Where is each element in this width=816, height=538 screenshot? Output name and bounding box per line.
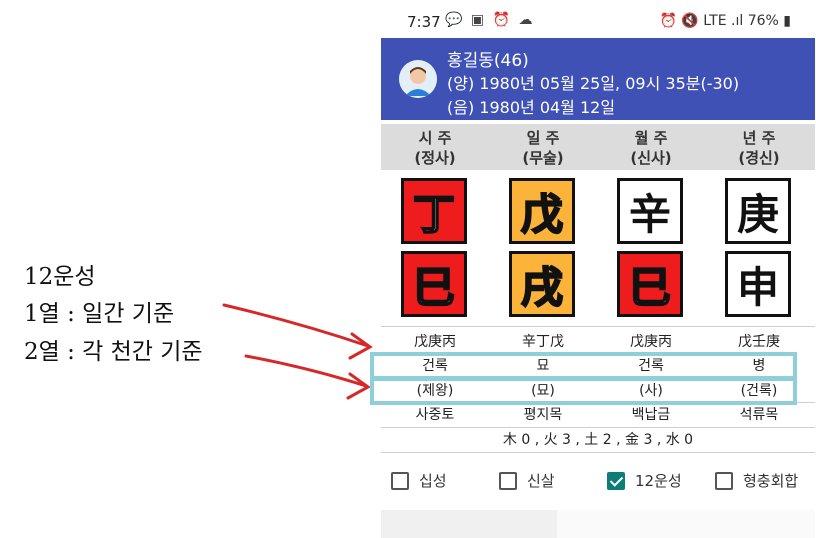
phone-screen: 7:37 💬 ▣ ⏰ ☁ ⏰ 🔇 LTE .ıl 76% ▮ 홍길동(46) (… [370,0,815,538]
avatar-icon [399,60,437,98]
notification-icons: 💬 ▣ ⏰ ☁ [445,12,535,28]
napeum-cell: 석류목 [739,407,779,423]
highlight-box-unseong-1 [370,352,797,380]
pillar-title: 일 주 [526,129,560,147]
branch-tile-day[interactable]: 戌 [509,251,575,317]
pillar-sub: (신사) [630,149,672,167]
pillar-sub: (무술) [522,149,564,167]
status-bar: 7:37 💬 ▣ ⏰ ☁ ⏰ 🔇 LTE .ıl 76% ▮ [381,0,815,38]
branch-char: 巳 [628,262,672,313]
pillar-title: 시 주 [418,129,452,147]
napeum-cell: 백납금 [631,407,671,423]
checkbox-hyeongchung[interactable]: 형충회합 [715,470,798,491]
stem-tile-month[interactable]: 辛 [617,178,683,244]
checkbox-icon[interactable] [715,471,733,490]
checkbox-label: 신살 [527,472,555,490]
stem-tile-day[interactable]: 戊 [509,178,575,244]
highlight-box-unseong-2 [370,377,797,405]
checkbox-sipseong[interactable]: 십성 [391,470,447,491]
pillar-sub: (정사) [414,149,456,167]
branch-char: 巳 [412,262,456,313]
five-elements-summary: 木 0 , 火 3 , 土 2 , 金 3 , 水 0 [502,432,694,448]
branch-tile-year[interactable]: 申 [725,251,791,317]
hidden-stems-cell: 戊壬庚 [738,334,780,350]
napeum-row: 사중토 평지목 백납금 석류목 [381,403,815,427]
solar-birthdate: (양) 1980년 05월 25일, 09시 35분(-30) [447,74,740,93]
divider [381,452,815,453]
status-time: 7:37 [407,13,441,31]
stem-char: 戊 [520,189,564,240]
checkbox-label: 형충회합 [743,472,799,490]
pillar-sub: (경신) [738,149,780,167]
pillar-header-month: 월 주 (신사) [597,128,705,168]
pillar-headers: 시 주 (정사) 일 주 (무술) 월 주 (신사) 년 주 (경신) [381,124,815,170]
battery-icon: ▮ [783,13,791,29]
branch-char: 戌 [520,262,564,313]
pillar-title: 년 주 [742,129,776,147]
branch-tile-month[interactable]: 巳 [617,251,683,317]
napeum-cell: 사중토 [415,407,455,423]
stem-tile-hour[interactable]: 丁 [401,178,467,244]
napeum-cell: 평지목 [523,407,563,423]
hidden-stems-cell: 戊庚丙 [630,334,672,350]
hidden-stems-row: 戊庚丙 辛丁戊 戊庚丙 戊壬庚 [381,330,815,354]
arrow-1 [222,303,373,360]
divider [381,326,815,327]
signal-icons: ⏰ 🔇 LTE .ıl [659,13,744,29]
pillar-title: 월 주 [634,129,668,147]
option-checkboxes: 십성 신살 12운성 형충회합 [381,462,815,502]
hidden-stems-cell: 辛丁戊 [522,334,564,350]
pillar-header-year: 년 주 (경신) [705,128,813,168]
annotation-title: 12운성 [24,264,96,290]
bottom-area [381,510,815,538]
profile-header[interactable]: 홍길동(46) (양) 1980년 05월 25일, 09시 35분(-30) … [381,38,815,120]
branch-tile-hour[interactable]: 巳 [401,251,467,317]
checkbox-label: 십성 [419,472,447,490]
pillar-header-day: 일 주 (무술) [489,128,597,168]
stem-char: 庚 [736,189,779,239]
system-icons: ⏰ 🔇 LTE .ıl 76% ▮ [660,13,791,29]
battery-level: 76% [747,13,779,29]
profile-name: 홍길동(46) [447,51,529,71]
checkbox-icon[interactable] [499,471,517,490]
arrow-2 [244,354,371,400]
checkbox-label: 12운성 [635,472,682,490]
lunar-birthdate: (음) 1980년 04월 12일 [447,98,616,117]
bottom-panel [557,510,815,538]
pillar-header-hour: 시 주 (정사) [381,128,489,168]
stem-tile-year[interactable]: 庚 [725,178,791,244]
checkbox-checked-icon[interactable] [607,471,625,490]
hidden-stems-cell: 戊庚丙 [414,334,456,350]
stem-char: 辛 [628,189,671,239]
checkbox-icon[interactable] [391,471,409,490]
branch-char: 申 [736,262,779,312]
stem-char: 丁 [412,189,456,240]
checkbox-12unseong[interactable]: 12운성 [607,470,682,491]
annotation-line-1: 1열 : 일간 기준 [24,301,175,327]
annotation-line-2: 2열 : 각 천간 기준 [24,339,203,365]
checkbox-sinsal[interactable]: 신살 [499,470,555,491]
